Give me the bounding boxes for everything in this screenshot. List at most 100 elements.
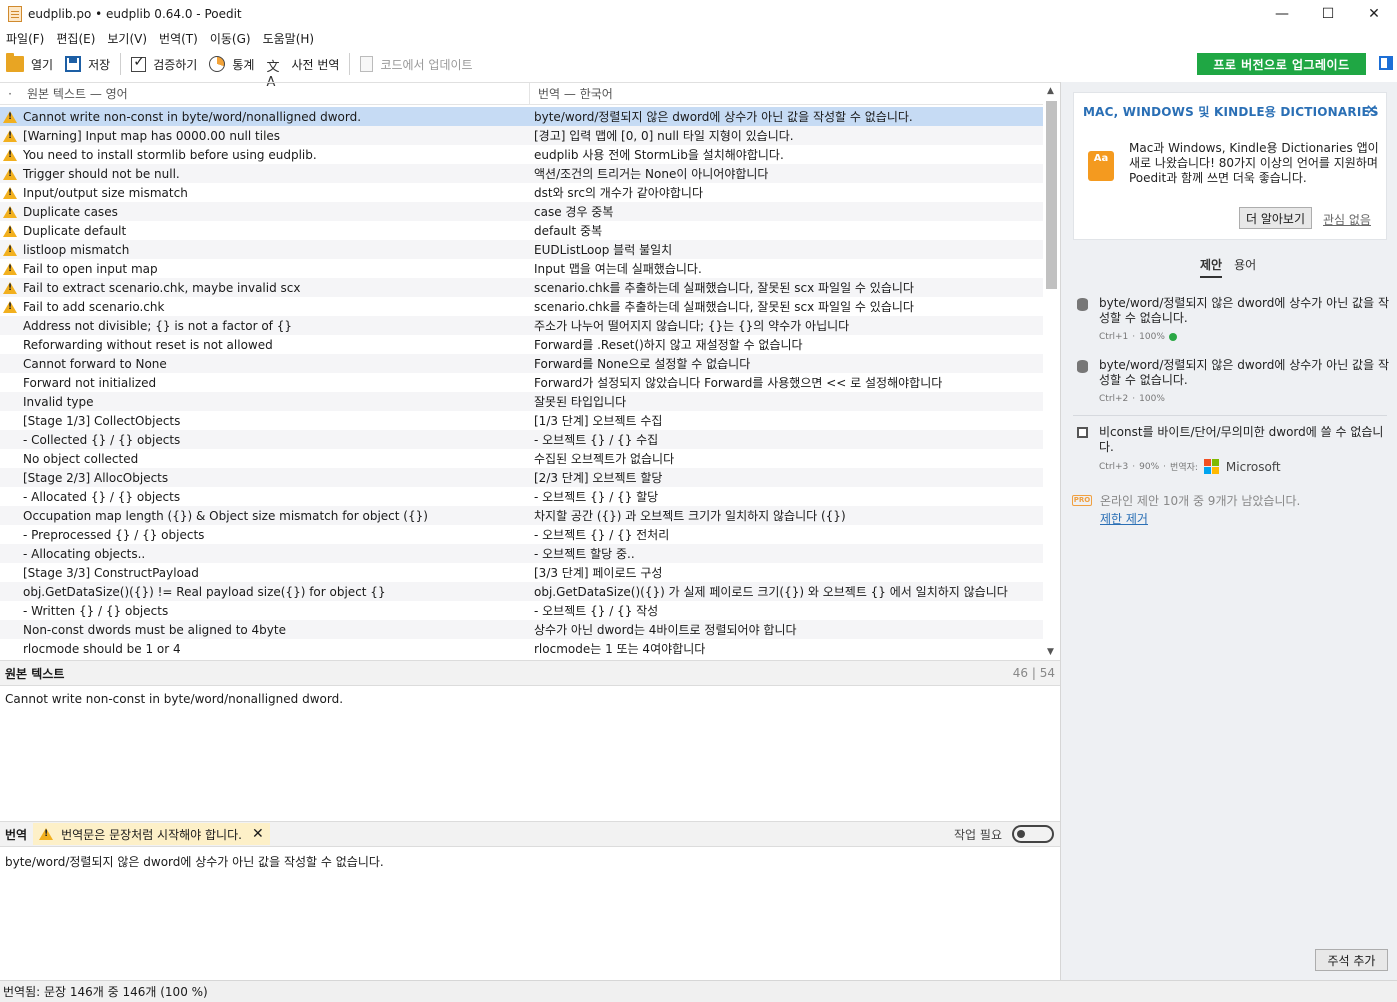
table-row[interactable]: Fail to add scenario.chk scenario.chk를 추출… <box>0 297 1043 316</box>
dismiss-warning-icon[interactable]: ✕ <box>252 826 264 842</box>
toolbar: 열기 저장 검증하기 통계 文A 사전 번역 코드에서 업데이트 <box>0 50 1397 91</box>
row-flag <box>0 449 20 468</box>
table-row[interactable]: Forward not initialized Forward가 설정되지 않았습… <box>0 373 1043 392</box>
row-translation-text: 상수가 아닌 dword는 4바이트로 정렬되어야 합니다 <box>534 623 797 637</box>
pretranslate-button[interactable]: 文A 사전 번역 <box>260 52 345 91</box>
validate-button[interactable]: 검증하기 <box>125 52 203 76</box>
scroll-down-icon[interactable]: ▼ <box>1047 647 1054 657</box>
table-row[interactable]: obj.GetDataSize()({}) != Real payload si… <box>0 582 1043 601</box>
menu-file[interactable]: 파일(F) <box>0 30 50 47</box>
row-flag <box>0 544 20 563</box>
sidebar-toggle-icon[interactable] <box>1379 56 1393 70</box>
maximize-button[interactable]: ☐ <box>1305 0 1351 28</box>
header-source-column[interactable]: 원본 텍스트 — 영어 <box>20 83 530 105</box>
row-flag <box>0 506 20 525</box>
suggestion-score: 100% <box>1139 394 1165 404</box>
row-translation-text: eudplib 사용 전에 StormLib을 설치해야합니다. <box>534 148 784 162</box>
table-row[interactable]: Fail to open input map Input 맵을 여는데 실패했습니… <box>0 259 1043 278</box>
remove-limit-link[interactable]: 제한 제거 <box>1100 510 1148 527</box>
row-flag <box>0 468 20 487</box>
table-row[interactable]: Address not divisible; {} is not a facto… <box>0 316 1043 335</box>
suggestion-shortcut: Ctrl+1 <box>1099 332 1129 342</box>
row-translation-text: 수집된 오브젝트가 없습니다 <box>534 452 675 466</box>
upgrade-to-pro-button[interactable]: 프로 버전으로 업그레이드 <box>1197 53 1366 75</box>
header-flag-column[interactable]: · <box>0 87 20 101</box>
row-source-text: Cannot write non-const in byte/word/nona… <box>23 109 362 124</box>
meta-dot: · <box>1132 461 1136 472</box>
update-from-code-button[interactable]: 코드에서 업데이트 <box>354 52 478 76</box>
row-source-text: obj.GetDataSize()({}) != Real payload si… <box>23 584 386 599</box>
row-translation-text: 주소가 나누어 떨어지지 않습니다; {}는 {}의 약수가 아닙니다 <box>534 319 850 333</box>
table-row[interactable]: - Written {} / {} objects - 오브젝트 {} / {} … <box>0 601 1043 620</box>
row-source-text: You need to install stormlib before usin… <box>23 147 317 162</box>
tab-suggestions[interactable]: 제안 <box>1200 256 1223 278</box>
row-translation-text: [1/3 단계] 오브젝트 수집 <box>534 414 663 428</box>
row-flag <box>0 601 20 620</box>
translation-editor[interactable]: byte/word/정렬되지 않은 dword에 상수가 아닌 값을 작성할 수… <box>5 853 384 870</box>
list-scrollbar[interactable]: ▲ ▼ <box>1043 83 1060 659</box>
header-translation-column[interactable]: 번역 — 한국어 <box>530 85 613 102</box>
table-row[interactable]: [Stage 3/3] ConstructPayload [3/3 단계] 페이로… <box>0 563 1043 582</box>
menu-edit[interactable]: 편집(E) <box>50 30 101 47</box>
add-comment-button[interactable]: 주석 추가 <box>1315 949 1388 971</box>
row-source-text: No object collected <box>23 451 139 466</box>
statistics-button[interactable]: 통계 <box>203 52 260 76</box>
scroll-up-icon[interactable]: ▲ <box>1047 86 1054 96</box>
table-row[interactable]: Input/output size mismatch dst와 src의 개수가 … <box>0 183 1043 202</box>
table-row[interactable]: [Warning] Input map has 0000.00 null til… <box>0 126 1043 145</box>
menu-help[interactable]: 도움말(H) <box>257 30 321 47</box>
table-row[interactable]: rlocmode should be 1 or 4 rlocmode는 1 또는 … <box>0 639 1043 658</box>
table-row[interactable]: You need to install stormlib before usin… <box>0 145 1043 164</box>
row-source-text: Trigger should not be null. <box>23 166 180 181</box>
table-row[interactable]: Non-const dwords must be aligned to 4byt… <box>0 620 1043 639</box>
row-translation-text: byte/word/정렬되지 않은 dword에 상수가 아닌 값을 작성할 수… <box>534 110 913 124</box>
save-button[interactable]: 저장 <box>59 52 116 76</box>
row-source-text: listloop mismatch <box>23 242 130 257</box>
validation-warning: 번역문은 문장처럼 시작해야 합니다. ✕ <box>33 823 270 845</box>
table-row[interactable]: Invalid type 잘못된 타입입니다 <box>0 392 1043 411</box>
row-flag <box>0 620 20 639</box>
menu-view[interactable]: 보기(V) <box>101 30 153 47</box>
table-row[interactable]: - Allocated {} / {} objects - 오브젝트 {} / {… <box>0 487 1043 506</box>
menu-go[interactable]: 이동(G) <box>204 30 257 47</box>
translation-pane-header: 번역 번역문은 문장처럼 시작해야 합니다. ✕ 작업 필요 <box>0 821 1060 847</box>
needs-work-toggle[interactable] <box>1012 825 1054 843</box>
table-row[interactable]: Cannot write non-const in byte/word/nona… <box>0 107 1043 126</box>
close-window-button[interactable]: ✕ <box>1351 0 1397 28</box>
minimize-button[interactable]: — <box>1259 0 1305 28</box>
status-bar: 번역됨: 문장 146개 중 146개 (100 %) <box>0 980 1397 1002</box>
tab-terms[interactable]: 용어 <box>1234 256 1256 278</box>
open-button[interactable]: 열기 <box>0 52 59 76</box>
menu-translation[interactable]: 번역(T) <box>153 30 204 47</box>
table-row[interactable]: [Stage 1/3] CollectObjects [1/3 단계] 오브젝트 … <box>0 411 1043 430</box>
logo-red-square <box>1203 459 1211 466</box>
table-row[interactable]: Duplicate default default 중복 <box>0 221 1043 240</box>
table-row[interactable]: Reforwarding without reset is not allowe… <box>0 335 1043 354</box>
table-row[interactable]: No object collected 수집된 오브젝트가 없습니다 <box>0 449 1043 468</box>
table-row[interactable]: - Collected {} / {} objects - 오브젝트 {} / {… <box>0 430 1043 449</box>
table-row[interactable]: Duplicate cases case 경우 중복 <box>0 202 1043 221</box>
row-source-text: [Stage 1/3] CollectObjects <box>23 413 181 428</box>
not-interested-link[interactable]: 관심 없음 <box>1323 211 1371 228</box>
row-source-text: Address not divisible; {} is not a facto… <box>23 318 292 333</box>
window-title: eudplib.po • eudplib 0.64.0 - Poedit <box>28 7 242 21</box>
scrollbar-thumb[interactable] <box>1046 101 1057 289</box>
row-source-text: Forward not initialized <box>23 375 157 390</box>
row-translation-text: obj.GetDataSize()({}) 가 실제 페이로드 크기({}) 와… <box>534 585 1008 599</box>
row-translation-text: dst와 src의 개수가 같아야합니다 <box>534 186 703 200</box>
row-source-text: Input/output size mismatch <box>23 185 188 200</box>
table-row[interactable]: [Stage 2/3] AllocObjects [2/3 단계] 오브젝트 할당 <box>0 468 1043 487</box>
table-row[interactable]: - Preprocessed {} / {} objects - 오브젝트 {} … <box>0 525 1043 544</box>
table-row[interactable]: Fail to extract scenario.chk, maybe inva… <box>0 278 1043 297</box>
table-row[interactable]: Trigger should not be null. 액션/조건의 트리거는 N… <box>0 164 1043 183</box>
table-row[interactable]: listloop mismatch EUDListLoop 블럭 불일치 <box>0 240 1043 259</box>
learn-more-button[interactable]: 더 알아보기 <box>1239 207 1312 229</box>
close-promo-icon[interactable]: ✕ <box>1365 101 1378 119</box>
row-flag <box>0 354 20 373</box>
table-row[interactable]: - Allocating objects.. - 오브젝트 할당 중.. <box>0 544 1043 563</box>
table-row[interactable]: Occupation map length ({}) & Object size… <box>0 506 1043 525</box>
pie-chart-icon <box>209 56 226 72</box>
suggestion-text: 비const를 바이트/단어/무의미한 dword에 쓸 수 없습니다. <box>1099 425 1384 454</box>
table-row[interactable]: Cannot forward to None Forward를 None으로 설정… <box>0 354 1043 373</box>
row-source-text: [Warning] Input map has 0000.00 null til… <box>23 128 281 143</box>
